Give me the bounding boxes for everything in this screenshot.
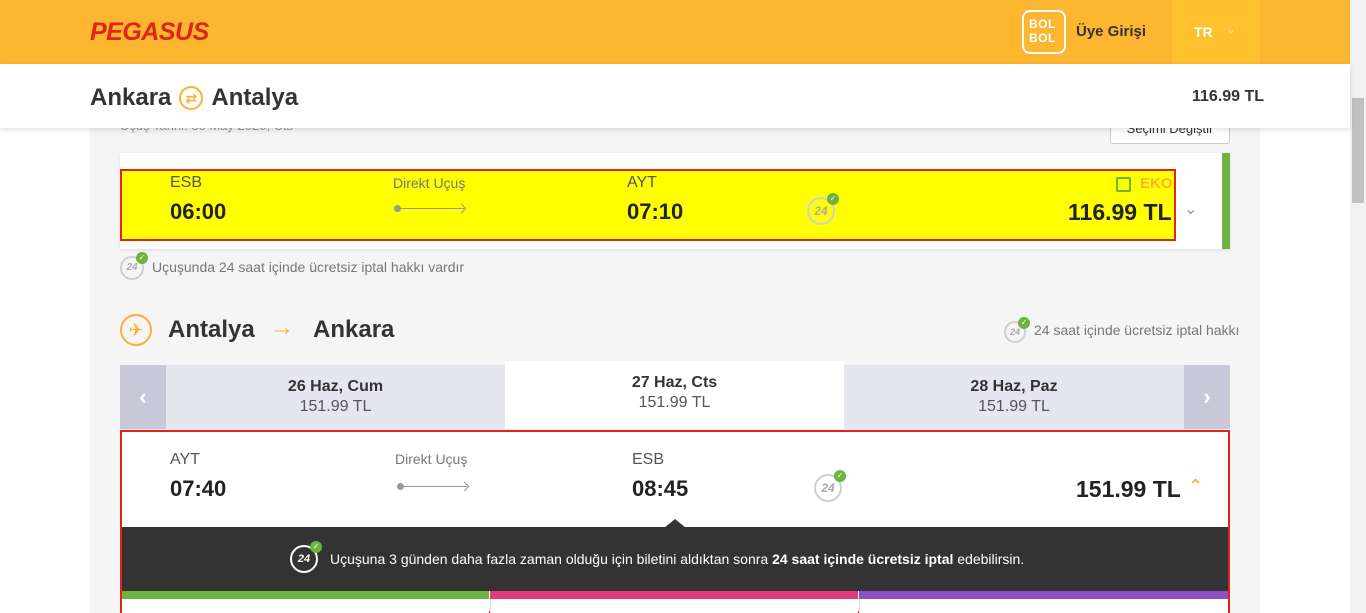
check-icon: ✓ [1018, 317, 1030, 329]
return-origin: Antalya [168, 316, 255, 343]
route-origin: Ankara [90, 84, 172, 111]
direct-flight-label: Direkt Uçuş [395, 451, 468, 467]
route-destination: Antalya [211, 84, 299, 111]
edit-icon[interactable] [1116, 177, 1131, 192]
chevron-down-icon[interactable]: ⌄ [1184, 199, 1197, 219]
date-tab-2-selected[interactable]: 27 Haz, Cts 151.99 TL [505, 374, 844, 412]
member-login-link[interactable]: Üye Girişi [1076, 23, 1146, 40]
free-cancel-24-icon: 24 ✓ [1004, 317, 1030, 343]
info-banner-text: Uçuşuna 3 günden daha fazla zaman olduğu… [330, 551, 1025, 567]
date-tab-3[interactable]: 28 Haz, Paz 151.99 TL [844, 378, 1184, 416]
departure-airport: ESB [170, 174, 203, 191]
language-code: TR [1194, 24, 1213, 40]
arrival-time: 07:10 [627, 199, 684, 224]
arrival-airport: ESB [632, 451, 665, 468]
fare-option-avantaj[interactable] [490, 599, 858, 613]
date-tab-date: 28 Haz, Paz [970, 378, 1058, 395]
departure-time: 06:00 [170, 199, 227, 224]
route-line [401, 486, 467, 487]
route-summary-bar: Ankara ⇄ Antalya 116.99 TL [0, 64, 1350, 128]
departure-time: 07:40 [170, 476, 227, 501]
date-tab-price: 151.99 TL [978, 398, 1050, 415]
page-scrollbar[interactable] [1350, 0, 1366, 613]
chevron-up-icon[interactable]: ⌃ [1188, 476, 1203, 497]
arrival-airport: AYT [627, 174, 657, 191]
check-icon: ✓ [827, 193, 839, 205]
fare-strip-green [122, 591, 489, 599]
date-tab-1[interactable]: 26 Haz, Cum 151.99 TL [166, 378, 505, 416]
bolbol-logo-icon[interactable]: BOL BOL [1022, 10, 1066, 54]
fare-strip-purple [859, 591, 1228, 599]
direct-flight-label: Direkt Uçuş [393, 175, 466, 191]
check-icon: ✓ [834, 470, 846, 482]
airplane-icon: ✈ [120, 314, 152, 346]
outbound-price: 116.99 TL [1068, 199, 1172, 225]
free-cancel-24-icon: 24 ✓ [807, 193, 839, 225]
free-cancel-24-icon: 24 ✓ [814, 470, 846, 502]
chevron-down-icon: ⌄ [1225, 20, 1237, 36]
departure-airport: AYT [170, 451, 200, 468]
check-icon: ✓ [136, 252, 148, 264]
swap-icon: ⇄ [179, 86, 204, 110]
prev-date-button[interactable]: ‹ [120, 365, 166, 429]
arrival-time: 08:45 [632, 476, 689, 501]
route-line [398, 208, 464, 209]
outbound-cancel-note: Uçuşunda 24 saat içinde ücretsiz iptal h… [152, 259, 465, 275]
fare-strip-pink [490, 591, 858, 599]
pegasus-logo[interactable]: PEGASUS [90, 18, 209, 47]
total-price: 116.99 TL [1192, 88, 1265, 105]
date-tab-date: 26 Haz, Cum [287, 378, 384, 395]
date-tab-price: 151.99 TL [638, 394, 711, 411]
check-icon: ✓ [310, 541, 322, 553]
date-tab-price: 151.99 TL [299, 398, 372, 415]
return-price: 151.99 TL [1076, 476, 1181, 502]
free-cancel-24-icon: 24 ✓ [290, 541, 322, 573]
next-date-button[interactable]: › [1184, 365, 1230, 429]
top-bar: PEGASUS BOL BOL Üye Girişi TR ⌄ [0, 0, 1350, 64]
return-destination: Ankara [313, 316, 395, 343]
free-cancel-24-icon: 24 ✓ [120, 252, 148, 280]
fare-option-super-eko[interactable] [859, 599, 1228, 613]
arrow-right-icon: → [270, 314, 294, 341]
fare-option-eko[interactable] [122, 599, 489, 613]
scrollbar-thumb[interactable] [1352, 98, 1364, 203]
language-selector[interactable]: TR ⌄ [1172, 0, 1260, 64]
date-tab-date: 27 Haz, Cts [631, 374, 718, 391]
fare-class: EKO [1140, 175, 1173, 192]
route-title: Ankara ⇄ Antalya [90, 84, 298, 112]
return-cancel-note: 24 saat içinde ücretsiz iptal hakkı [1034, 322, 1240, 338]
